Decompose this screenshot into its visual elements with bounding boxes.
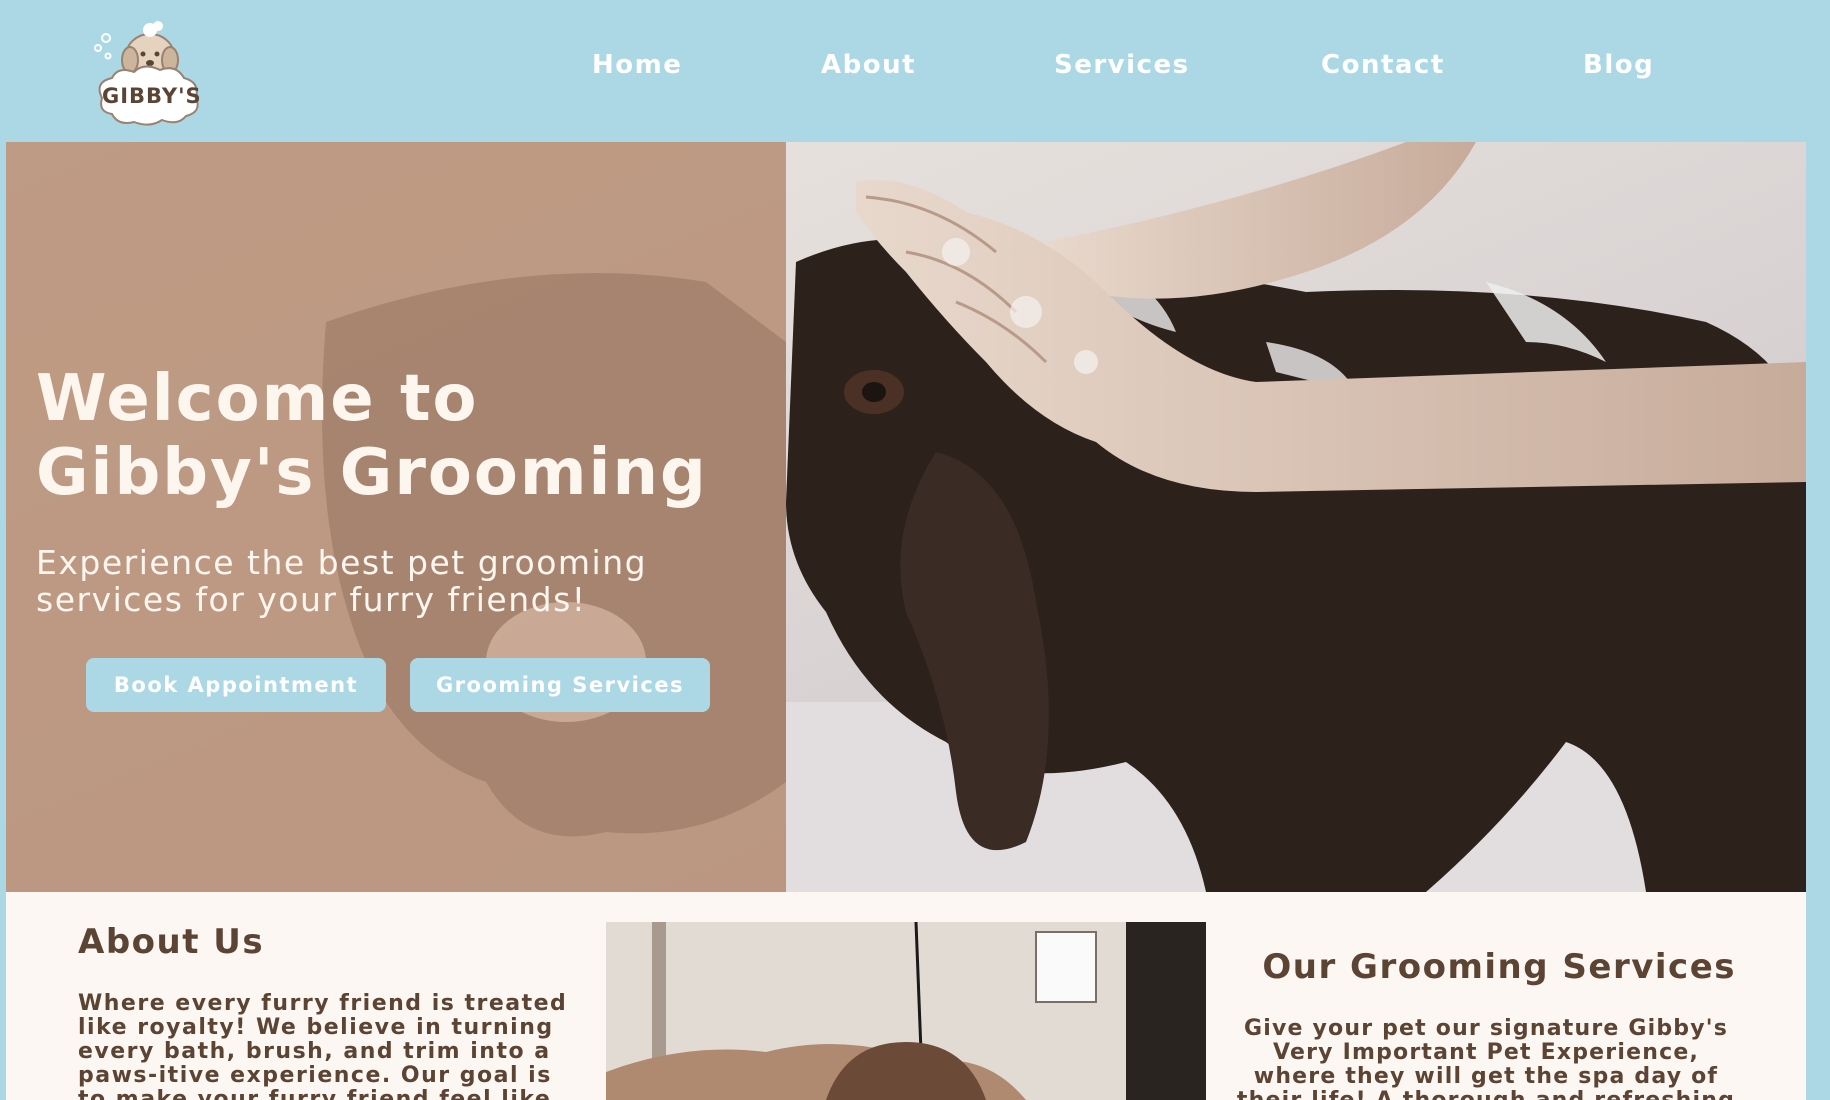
book-appointment-button[interactable]: Book Appointment <box>86 658 386 712</box>
overlay-dog-image <box>322 273 786 837</box>
nav-blog[interactable]: Blog <box>1583 50 1654 80</box>
gibbys-logo[interactable]: GIBBY'S <box>88 8 210 130</box>
top-navigation: GIBBY'S Home About Services Contact Blog <box>0 0 1830 142</box>
nav-about[interactable]: About <box>821 50 916 80</box>
hero-subtitle: Experience the best pet grooming service… <box>36 543 648 619</box>
page-edge <box>1806 142 1830 1100</box>
services-body: Give your pet our signature Gibby's Very… <box>1237 1016 1734 1100</box>
nav-home[interactable]: Home <box>592 50 682 80</box>
about-body: Where every furry friend is treated like… <box>78 991 568 1100</box>
info-section: About Us Where every furry friend is tre… <box>6 892 1806 1100</box>
nav-services[interactable]: Services <box>1054 50 1190 80</box>
grooming-services-button[interactable]: Grooming Services <box>410 658 710 712</box>
about-grooming-photo <box>606 922 1206 1100</box>
about-title: About Us <box>78 922 265 962</box>
hero-text-overlay: Welcome to Gibby's Grooming Experience t… <box>6 142 786 892</box>
logo-text: GIBBY'S <box>102 84 202 108</box>
services-title: Our Grooming Services <box>1262 947 1736 987</box>
nav-contact[interactable]: Contact <box>1321 50 1445 80</box>
logo-icon <box>94 21 199 126</box>
hero-title: Welcome to Gibby's Grooming <box>36 362 708 510</box>
hero-section: Welcome to Gibby's Grooming Experience t… <box>6 142 1806 892</box>
